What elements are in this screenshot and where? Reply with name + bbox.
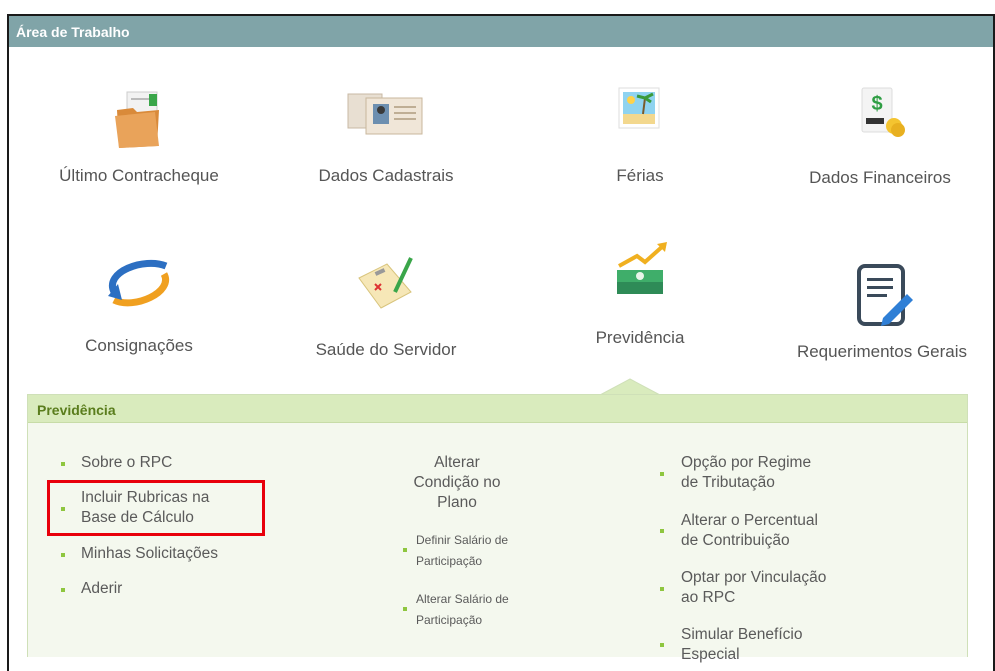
link-aderir[interactable]: Aderir [81, 579, 122, 599]
money-growth-icon [617, 242, 667, 294]
bullet [660, 529, 664, 533]
tile-label: Último Contracheque [59, 166, 219, 185]
tile-consignacoes[interactable]: Consignações [29, 252, 249, 356]
bullet [61, 553, 65, 557]
tile-ferias[interactable]: Férias [530, 84, 750, 186]
folder-document-icon [115, 91, 159, 148]
tile-requerimentos-gerais[interactable]: Requerimentos Gerais [772, 262, 992, 362]
link-line: Alterar o Percentual [681, 512, 818, 529]
tile-previdencia[interactable]: Previdência [530, 240, 750, 348]
link-line: Condição no [413, 474, 501, 491]
link-minhas-solicitacoes[interactable]: Minhas Solicitações [81, 544, 218, 564]
link-line: Plano [437, 494, 477, 511]
bullet [403, 548, 407, 552]
link-definir-salario[interactable]: Definir Salário de Participação [416, 530, 508, 572]
link-line: Alterar Salário de [416, 592, 509, 606]
bullet [61, 462, 65, 466]
workspace-header: Área de Trabalho [9, 16, 993, 47]
bullet [660, 643, 664, 647]
link-line: de Tributação [681, 474, 775, 491]
link-line: de Contribuição [681, 532, 790, 549]
bullet [660, 587, 664, 591]
link-line: Opção por Regime [681, 454, 812, 471]
tile-label: Dados Financeiros [809, 168, 951, 187]
swirl-arrow-icon [108, 259, 170, 307]
bullet [660, 472, 664, 476]
link-line: ao RPC [681, 589, 736, 606]
tile-dados-cadastrais[interactable]: Dados Cadastrais [276, 90, 496, 186]
link-alterar-percentual[interactable]: Alterar o Percentual de Contribuição [681, 511, 818, 551]
tile-saude-servidor[interactable]: Saúde do Servidor [276, 252, 496, 360]
money-document-icon: $ [861, 87, 905, 137]
tile-dados-financeiros[interactable]: $ Dados Financeiros [770, 86, 990, 188]
link-line: Participação [416, 613, 483, 627]
workspace-title: Área de Trabalho [16, 24, 130, 40]
tile-ultimo-contracheque[interactable]: Último Contracheque [29, 90, 249, 186]
clipboard-pen-icon [358, 257, 413, 309]
tile-label: Consignações [85, 336, 193, 355]
link-line: Definir Salário de [416, 533, 509, 547]
tile-label: Dados Cadastrais [318, 166, 454, 185]
tile-label: Férias [616, 166, 664, 185]
link-line: Especial [681, 646, 740, 663]
beach-photo-icon [618, 87, 660, 129]
link-opcao-regime[interactable]: Opção por Regime de Tributação [681, 453, 811, 493]
link-line: Simular Benefício [681, 626, 803, 643]
bullet [61, 588, 65, 592]
tile-label: Previdência [595, 328, 685, 347]
tile-label: Saúde do Servidor [315, 340, 457, 359]
panel-title: Previdência [28, 395, 967, 423]
link-line: Participação [416, 554, 483, 568]
highlight-box [47, 480, 265, 536]
link-sobre-rpc[interactable]: Sobre o RPC [81, 453, 172, 473]
document-edit-icon [857, 264, 913, 326]
link-line: Optar por Vinculação [681, 569, 827, 586]
link-optar-vinculacao[interactable]: Optar por Vinculação ao RPC [681, 568, 826, 608]
link-line: Alterar [434, 454, 480, 471]
bullet [403, 607, 407, 611]
tile-label: Requerimentos Gerais [796, 342, 968, 361]
link-simular-beneficio[interactable]: Simular Benefício Especial [681, 625, 802, 665]
link-alterar-salario[interactable]: Alterar Salário de Participação [416, 589, 509, 631]
link-alterar-condicao-plano[interactable]: Alterar Condição no Plano [397, 453, 517, 513]
id-card-icon [347, 93, 423, 135]
svg-text:$: $ [871, 93, 882, 115]
